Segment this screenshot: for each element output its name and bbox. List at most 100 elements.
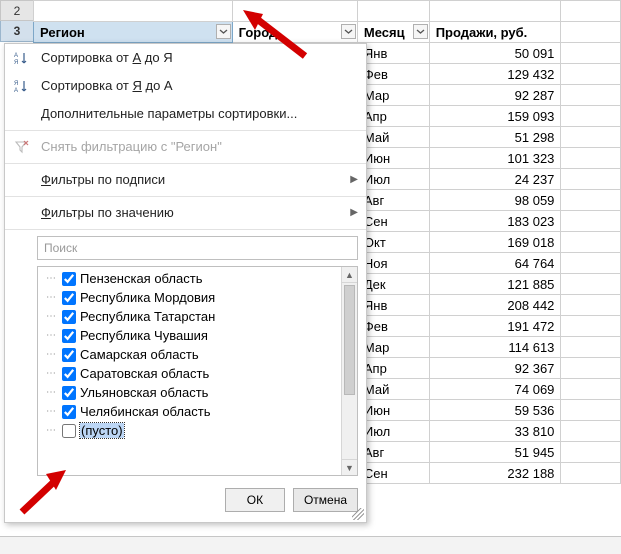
filter-checkbox[interactable] (62, 367, 76, 381)
cell-sales[interactable]: 24 237 (429, 169, 561, 190)
cell-month[interactable]: Июл (357, 169, 429, 190)
cell-sales[interactable]: 64 764 (429, 253, 561, 274)
column-header-sales[interactable]: Продажи, руб. (429, 22, 561, 43)
cell-sales[interactable]: 59 536 (429, 400, 561, 421)
cell-month[interactable]: Сен (357, 211, 429, 232)
column-header-empty[interactable] (561, 22, 621, 43)
column-header-empty[interactable] (429, 1, 561, 22)
cell-sales[interactable]: 169 018 (429, 232, 561, 253)
cell-sales[interactable]: 114 613 (429, 337, 561, 358)
resize-grip-icon[interactable] (352, 508, 364, 520)
cell-empty[interactable] (561, 400, 621, 421)
filter-checkbox[interactable] (62, 310, 76, 324)
cell-empty[interactable] (561, 43, 621, 64)
cell-sales[interactable]: 159 093 (429, 106, 561, 127)
menu-sort-za[interactable]: ЯА Сортировка от Я до А (5, 72, 366, 100)
column-header-empty[interactable] (561, 1, 621, 22)
menu-more-sort[interactable]: Дополнительные параметры сортировки... (5, 100, 366, 128)
column-header-city[interactable]: Город (232, 22, 357, 43)
cell-empty[interactable] (561, 127, 621, 148)
cell-empty[interactable] (561, 421, 621, 442)
cell-month[interactable]: Окт (357, 232, 429, 253)
cell-empty[interactable] (561, 379, 621, 400)
filter-button-city[interactable] (341, 24, 356, 39)
cell-empty[interactable] (561, 337, 621, 358)
column-header-empty[interactable] (357, 1, 429, 22)
cell-empty[interactable] (561, 358, 621, 379)
column-header-month[interactable]: Месяц (357, 22, 429, 43)
cell-sales[interactable]: 50 091 (429, 43, 561, 64)
column-header-empty[interactable] (232, 1, 357, 22)
cell-empty[interactable] (561, 442, 621, 463)
cell-empty[interactable] (561, 169, 621, 190)
cell-empty[interactable] (561, 85, 621, 106)
cell-sales[interactable]: 183 023 (429, 211, 561, 232)
cell-month[interactable]: Сен (357, 463, 429, 484)
filter-button-region[interactable] (216, 24, 231, 39)
cell-sales[interactable]: 232 188 (429, 463, 561, 484)
search-input[interactable]: Поиск (37, 236, 358, 260)
cell-sales[interactable]: 33 810 (429, 421, 561, 442)
cell-month[interactable]: Фев (357, 316, 429, 337)
cell-sales[interactable]: 92 367 (429, 358, 561, 379)
cell-month[interactable]: Авг (357, 442, 429, 463)
menu-label-filters[interactable]: Фильтры по подписи ▶ (5, 166, 366, 194)
filter-value-item[interactable]: ⋯Ульяновская область (38, 383, 341, 402)
cell-sales[interactable]: 51 298 (429, 127, 561, 148)
scrollbar[interactable]: ▲ ▼ (341, 267, 357, 475)
cell-empty[interactable] (561, 106, 621, 127)
filter-checkbox[interactable] (62, 405, 76, 419)
filter-value-item[interactable]: ⋯Республика Чувашия (38, 326, 341, 345)
filter-checkbox[interactable] (62, 348, 76, 362)
column-header-empty[interactable] (34, 1, 233, 22)
cell-month[interactable]: Май (357, 379, 429, 400)
sheet-tab-strip[interactable] (0, 536, 621, 554)
filter-checkbox[interactable] (62, 424, 76, 438)
filter-checkbox[interactable] (62, 386, 76, 400)
column-header-region[interactable]: Регион (34, 22, 233, 43)
filter-checkbox[interactable] (62, 329, 76, 343)
cell-empty[interactable] (561, 274, 621, 295)
cell-empty[interactable] (561, 148, 621, 169)
filter-value-item[interactable]: ⋯Саратовская область (38, 364, 341, 383)
cell-sales[interactable]: 101 323 (429, 148, 561, 169)
menu-sort-az[interactable]: АЯ Сортировка от А до Я (5, 44, 366, 72)
cell-month[interactable]: Мар (357, 85, 429, 106)
filter-value-item[interactable]: ⋯Пензенская область (38, 269, 341, 288)
cell-empty[interactable] (561, 190, 621, 211)
cell-empty[interactable] (561, 463, 621, 484)
scroll-up-icon[interactable]: ▲ (342, 267, 357, 283)
cell-empty[interactable] (561, 316, 621, 337)
filter-value-item[interactable]: ⋯(пусто) (38, 421, 341, 440)
cell-sales[interactable]: 129 432 (429, 64, 561, 85)
scroll-thumb[interactable] (344, 285, 355, 395)
filter-value-item[interactable]: ⋯Челябинская область (38, 402, 341, 421)
filter-button-month[interactable] (413, 24, 428, 39)
cell-sales[interactable]: 92 287 (429, 85, 561, 106)
cell-month[interactable]: Апр (357, 358, 429, 379)
filter-checkbox[interactable] (62, 272, 76, 286)
cell-month[interactable]: Авг (357, 190, 429, 211)
filter-value-item[interactable]: ⋯Самарская область (38, 345, 341, 364)
cell-empty[interactable] (561, 295, 621, 316)
cell-month[interactable]: Янв (357, 43, 429, 64)
cell-empty[interactable] (561, 64, 621, 85)
filter-value-item[interactable]: ⋯Республика Мордовия (38, 288, 341, 307)
cell-empty[interactable] (561, 253, 621, 274)
cell-month[interactable]: Фев (357, 64, 429, 85)
cell-month[interactable]: Июн (357, 148, 429, 169)
cell-month[interactable]: Ноя (357, 253, 429, 274)
cell-month[interactable]: Янв (357, 295, 429, 316)
cell-sales[interactable]: 51 945 (429, 442, 561, 463)
cell-sales[interactable]: 208 442 (429, 295, 561, 316)
cell-sales[interactable]: 98 059 (429, 190, 561, 211)
cell-sales[interactable]: 191 472 (429, 316, 561, 337)
cell-sales[interactable]: 121 885 (429, 274, 561, 295)
cell-sales[interactable]: 74 069 (429, 379, 561, 400)
cell-month[interactable]: Мар (357, 337, 429, 358)
cell-month[interactable]: Дек (357, 274, 429, 295)
cell-month[interactable]: Май (357, 127, 429, 148)
scroll-down-icon[interactable]: ▼ (342, 459, 357, 475)
filter-value-item[interactable]: ⋯Республика Татарстан (38, 307, 341, 326)
menu-value-filters[interactable]: Фильтры по значению ▶ (5, 199, 366, 227)
